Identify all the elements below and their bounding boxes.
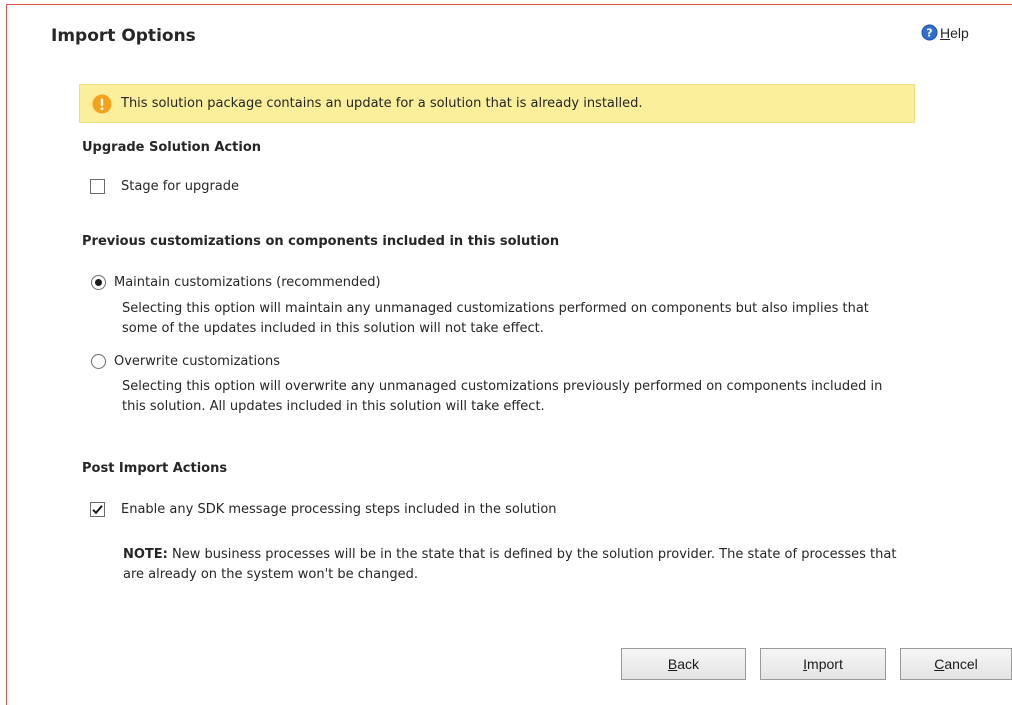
back-button[interactable]: Back	[621, 648, 746, 680]
radio-selected-dot	[95, 279, 102, 286]
enable-sdk-steps-checkbox[interactable]	[90, 502, 105, 517]
import-button[interactable]: Import	[760, 648, 886, 680]
post-import-section-heading: Post Import Actions	[82, 461, 228, 476]
enable-sdk-steps-row[interactable]: Enable any SDK message processing steps …	[90, 502, 557, 517]
cancel-button[interactable]: Cancel	[900, 648, 1012, 680]
maintain-customizations-description: Selecting this option will maintain any …	[122, 301, 869, 336]
note-prefix: NOTE:	[123, 547, 168, 562]
stage-for-upgrade-checkbox[interactable]	[90, 179, 105, 194]
notice-text: This solution package contains an update…	[121, 96, 643, 111]
overwrite-customizations-description: Selecting this option will overwrite any…	[122, 379, 883, 414]
overwrite-customizations-label: Overwrite customizations	[114, 354, 281, 369]
svg-text:?: ?	[926, 27, 932, 40]
stage-for-upgrade-label: Stage for upgrade	[121, 179, 240, 194]
warning-icon	[92, 94, 112, 114]
customizations-section-heading: Previous customizations on components in…	[82, 234, 560, 249]
update-notice-banner: This solution package contains an update…	[79, 84, 915, 123]
maintain-customizations-label: Maintain customizations (recommended)	[114, 275, 381, 290]
help-icon: ?	[921, 24, 938, 41]
upgrade-section-heading: Upgrade Solution Action	[82, 140, 262, 155]
enable-sdk-steps-label: Enable any SDK message processing steps …	[121, 502, 557, 517]
stage-for-upgrade-row[interactable]: Stage for upgrade	[90, 179, 239, 194]
post-import-note: NOTE: New business processes will be in …	[123, 545, 903, 585]
help-label: Help	[940, 24, 969, 41]
checkmark-icon	[92, 505, 103, 515]
dialog-title: Import Options	[51, 26, 196, 46]
note-text: New business processes will be in the st…	[123, 547, 897, 582]
maintain-customizations-option[interactable]: Maintain customizations (recommended)	[91, 275, 381, 290]
overwrite-customizations-radio[interactable]	[91, 354, 106, 369]
overwrite-customizations-option[interactable]: Overwrite customizations	[91, 354, 280, 369]
maintain-customizations-radio[interactable]	[91, 275, 106, 290]
help-link[interactable]: ? Help	[921, 24, 969, 41]
